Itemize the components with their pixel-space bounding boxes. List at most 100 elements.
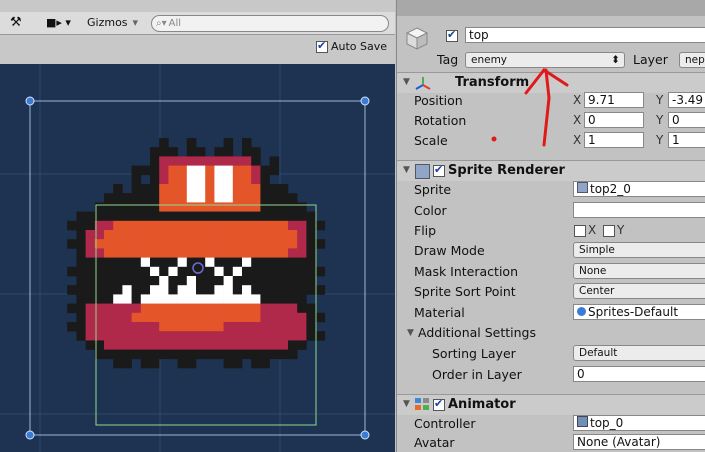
sprite-pixel bbox=[242, 174, 252, 185]
sprite-pixel bbox=[104, 303, 114, 314]
sprite-pixel bbox=[113, 331, 123, 341]
sprite-pixel bbox=[232, 220, 243, 231]
sprite-pixel bbox=[159, 276, 169, 286]
sprite-pixel bbox=[186, 211, 197, 222]
autosave-toggle[interactable]: Auto Save bbox=[315, 39, 387, 53]
sprite-pixel bbox=[278, 211, 289, 222]
sprite-pixel bbox=[251, 239, 261, 249]
sprite-pixel bbox=[223, 340, 234, 350]
sprite-pixel bbox=[278, 322, 289, 332]
sprite-pixel bbox=[150, 174, 160, 185]
sprite-pixel bbox=[140, 266, 151, 277]
sprite-pixel bbox=[251, 285, 261, 295]
annotation-overlay bbox=[491, 67, 569, 147]
sprite-pixel bbox=[140, 230, 151, 240]
sprite-pixel bbox=[223, 202, 234, 212]
sprite-pixel bbox=[223, 331, 234, 341]
sprite-pixel bbox=[186, 230, 197, 240]
sprite-pixel bbox=[297, 266, 307, 277]
tools-icon[interactable]: ⚒ bbox=[10, 14, 22, 31]
sprite-pixel bbox=[177, 303, 188, 314]
sprite-pixel bbox=[297, 294, 307, 304]
sprite-pixel bbox=[159, 257, 169, 268]
sprite-pixel bbox=[251, 211, 261, 222]
sprite-pixel bbox=[269, 165, 280, 176]
sprite-pixel bbox=[288, 248, 298, 258]
sprite-pixel bbox=[85, 312, 96, 323]
sprite-pixel bbox=[122, 303, 132, 314]
sprite-pixel bbox=[223, 193, 234, 203]
sprite-pixel bbox=[260, 331, 270, 341]
sprite-pixel bbox=[242, 331, 252, 341]
sprite-pixel bbox=[150, 294, 160, 304]
sprite-pixel bbox=[104, 220, 114, 231]
sprite-pixel bbox=[104, 340, 114, 350]
sprite-pixel bbox=[85, 220, 96, 231]
sprite-pixel bbox=[140, 239, 151, 249]
sprite-pixel bbox=[150, 285, 160, 295]
sprite-pixel bbox=[288, 303, 298, 314]
search-input[interactable]: ⌕▾ All bbox=[151, 15, 389, 32]
sprite-pixel bbox=[260, 239, 270, 249]
sprite-pixel bbox=[122, 257, 132, 268]
sprite-pixel bbox=[113, 285, 123, 295]
sprite-pixel bbox=[232, 202, 243, 212]
sprite-pixel bbox=[205, 303, 215, 314]
sprite-pixel bbox=[196, 165, 206, 176]
autosave-checkbox[interactable] bbox=[315, 39, 328, 53]
sprite-pixel bbox=[150, 165, 160, 176]
sprite-pixel bbox=[104, 257, 114, 268]
sprite-pixel bbox=[214, 165, 224, 176]
sprite-pixel bbox=[297, 331, 307, 341]
sprite-pixel bbox=[168, 220, 178, 231]
sprite-pixel bbox=[196, 184, 206, 194]
sprite-pixel bbox=[168, 165, 178, 176]
sprite-pixel bbox=[288, 230, 298, 240]
sprite-pixel bbox=[242, 340, 252, 350]
sprite-pixel bbox=[104, 285, 114, 295]
sprite-pixel bbox=[104, 276, 114, 286]
sprite-pixel bbox=[223, 257, 234, 268]
sprite-pixel bbox=[177, 266, 188, 277]
sprite-pixel bbox=[232, 322, 243, 332]
sprite-pixel bbox=[297, 257, 307, 268]
sprite-pixel bbox=[76, 248, 86, 258]
sprite-pixel bbox=[306, 322, 316, 332]
sprite-pixel bbox=[177, 331, 188, 341]
sprite-pixel bbox=[251, 220, 261, 231]
gizmos-button[interactable]: Gizmos ▾ bbox=[87, 14, 138, 31]
sprite-pixel bbox=[122, 276, 132, 286]
sprite-pixel bbox=[113, 239, 123, 249]
sprite-pixel bbox=[177, 230, 188, 240]
sprite-pixel bbox=[214, 276, 224, 286]
sprite-pixel bbox=[260, 276, 270, 286]
sprite-pixel bbox=[131, 349, 142, 360]
sprite-pixel bbox=[278, 248, 289, 258]
sprite-pixel bbox=[269, 303, 280, 314]
sprite-pixel bbox=[205, 239, 215, 249]
sprite-pixel bbox=[150, 257, 160, 268]
sprite-pixel bbox=[177, 322, 188, 332]
sprite-pixel bbox=[306, 230, 316, 240]
sprite-pixel bbox=[306, 276, 316, 286]
sprite-pixel bbox=[214, 303, 224, 314]
scene-viewport[interactable] bbox=[0, 64, 395, 452]
camera-icon[interactable]: ■▸ ▾ bbox=[46, 14, 71, 31]
sprite-pixel bbox=[196, 230, 206, 240]
sprite-pixel bbox=[168, 303, 178, 314]
sprite-pixel bbox=[260, 294, 270, 304]
sprite-pixel bbox=[214, 174, 224, 185]
sprite-pixel bbox=[140, 193, 151, 203]
sprite-pixel bbox=[260, 220, 270, 231]
sprite-pixel bbox=[122, 202, 132, 212]
sprite-pixel bbox=[159, 248, 169, 258]
sprite-pixel bbox=[260, 322, 270, 332]
sprite-pixel bbox=[196, 322, 206, 332]
sprite-pixel bbox=[242, 349, 252, 360]
sprite-pixel bbox=[223, 285, 234, 295]
sprite-pixel bbox=[278, 285, 289, 295]
sprite-pixel bbox=[177, 340, 188, 350]
sprite-pixel bbox=[186, 340, 197, 350]
sprite-pixel bbox=[159, 230, 169, 240]
sprite-pixel bbox=[159, 220, 169, 231]
